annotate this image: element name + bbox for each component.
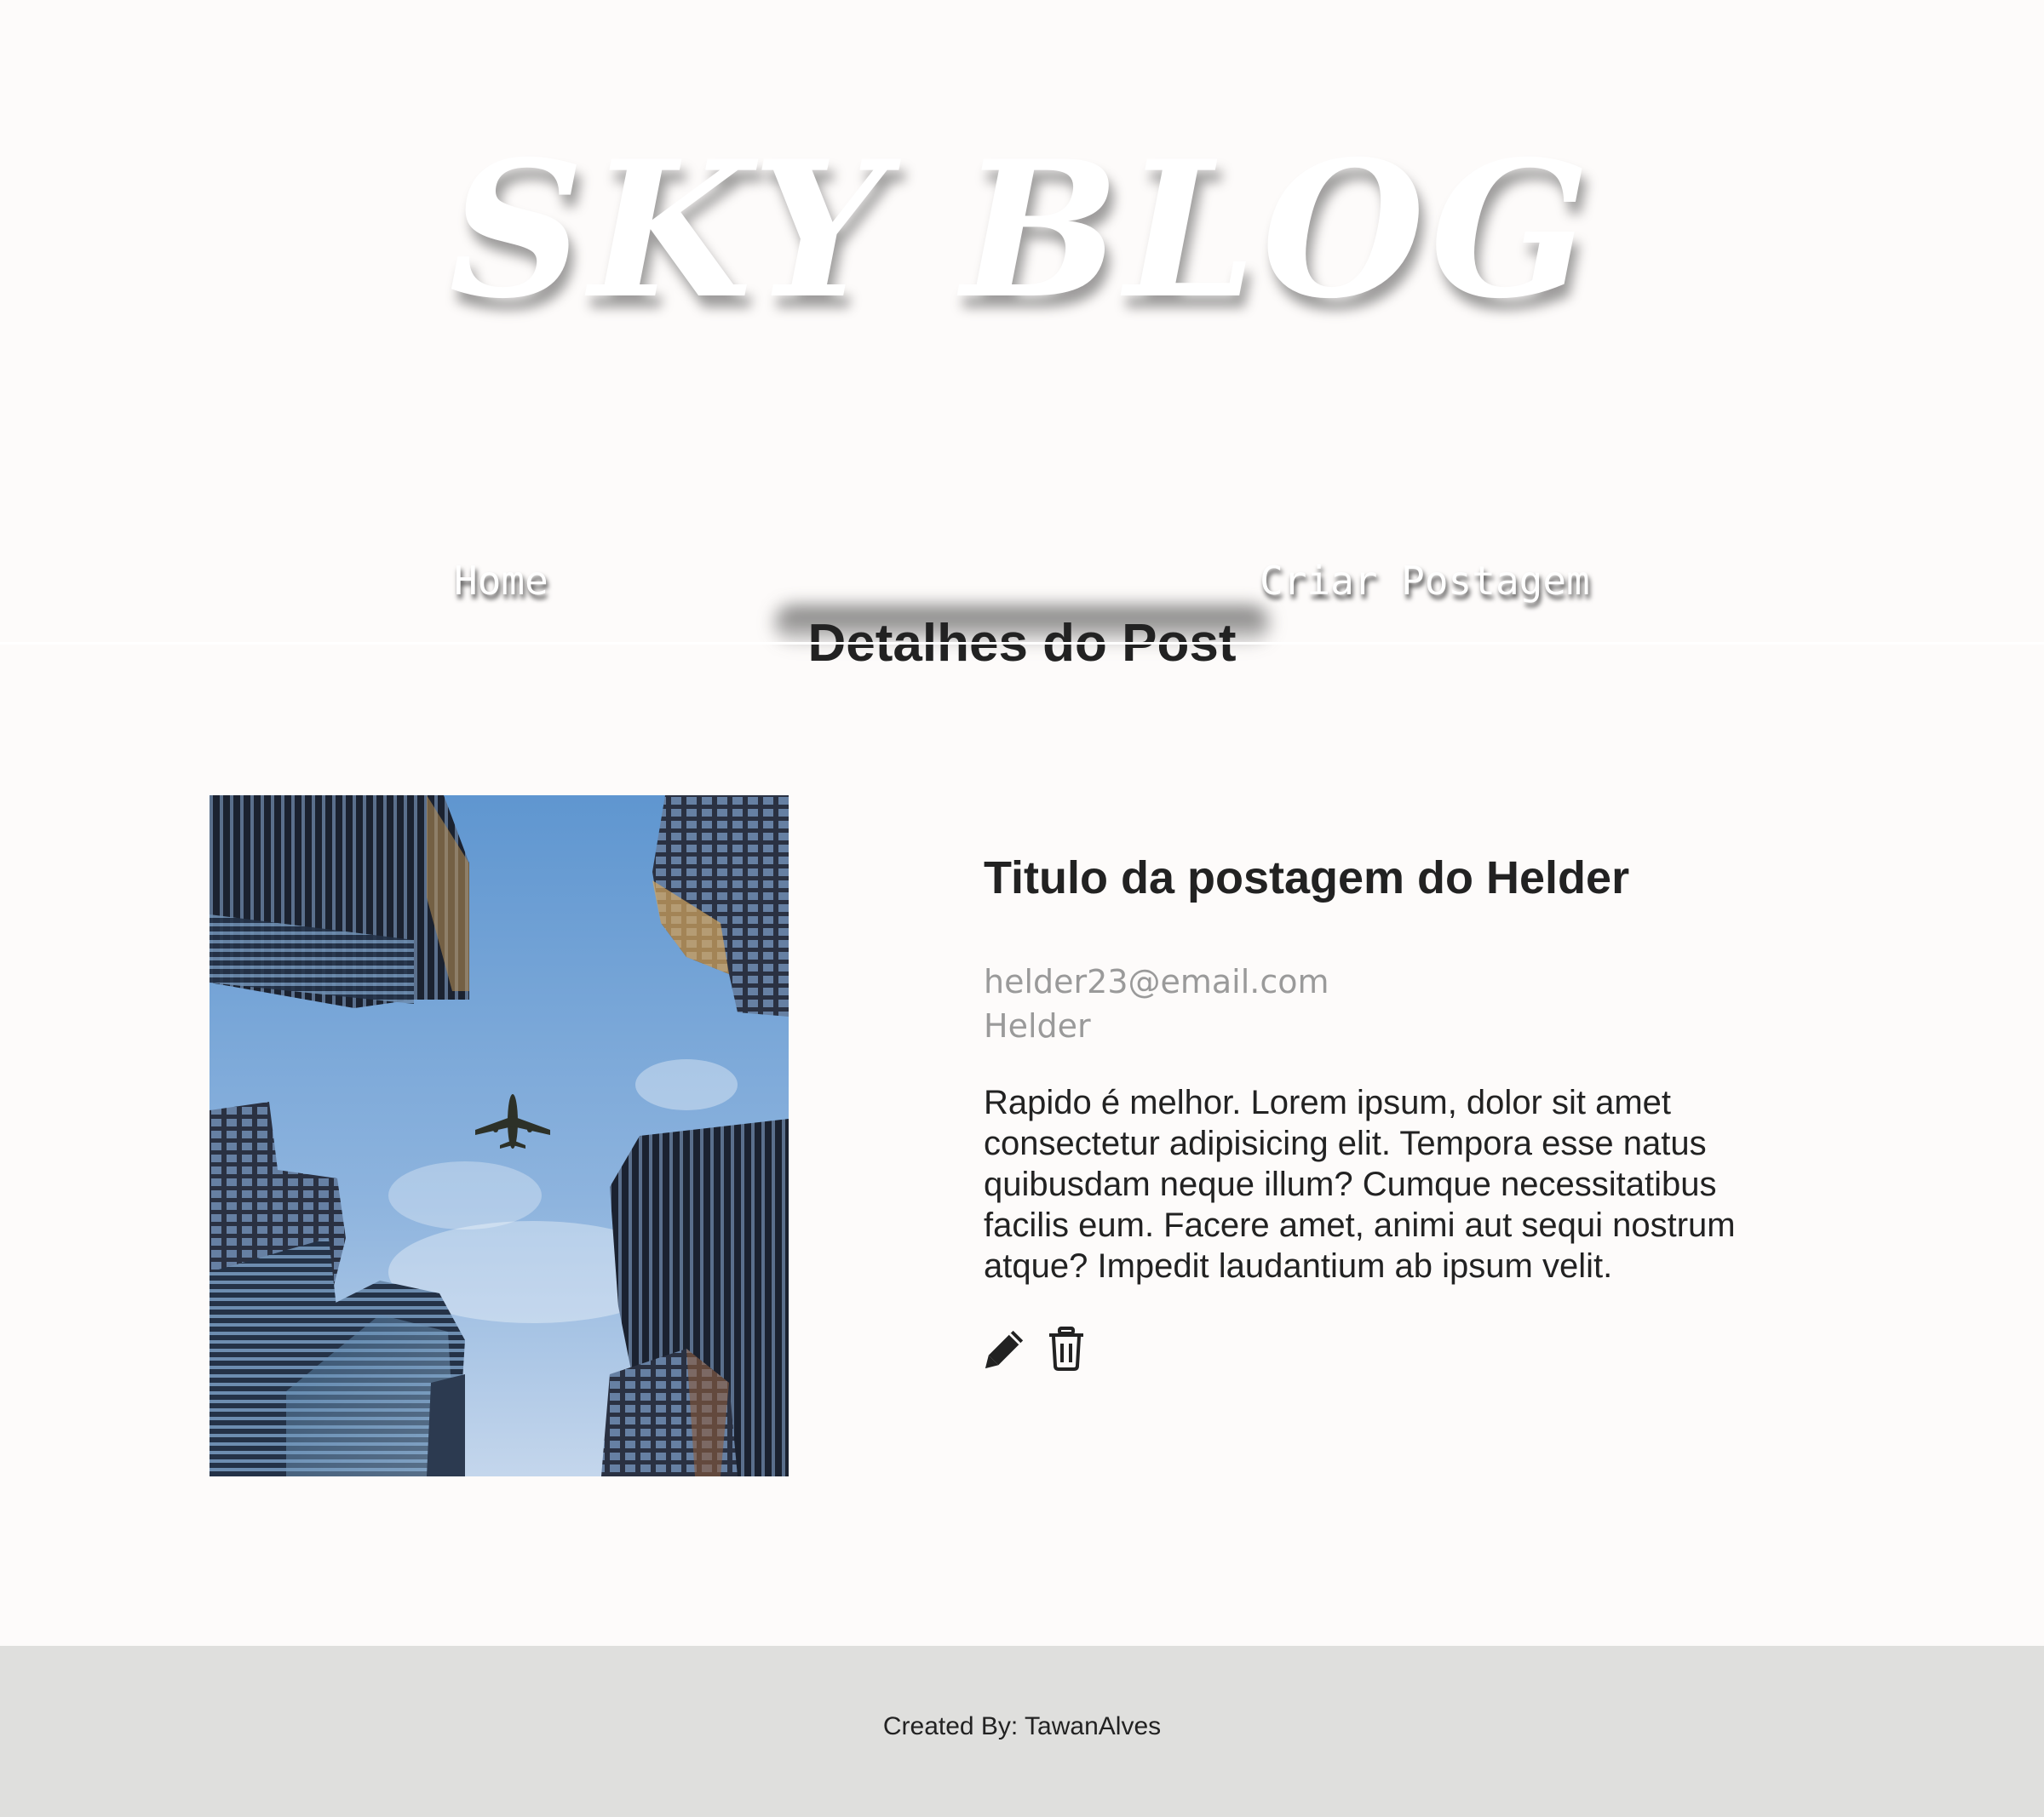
site-footer: Created By: TawanAlves (0, 1646, 2044, 1817)
post-author-name: Helder (984, 1007, 1091, 1045)
post-author-email: helder23@email.com (984, 963, 1329, 1000)
pencil-icon (985, 1330, 1024, 1369)
page-title: Detalhes do Post (807, 614, 1237, 668)
post-actions (984, 1326, 1793, 1372)
header-divider (0, 642, 2044, 645)
post-text: Rapido é melhor. Lorem ipsum, dolor sit … (984, 1084, 1736, 1285)
nav-create-post-link[interactable]: Criar Postagem (1260, 558, 1590, 604)
delete-post-button[interactable] (1045, 1326, 1088, 1372)
nav-home-link[interactable]: Home (454, 558, 548, 604)
main-nav: Home Criar Postagem (0, 558, 2044, 609)
trash-icon (1049, 1327, 1083, 1371)
post-image (210, 795, 789, 1476)
footer-credit: Created By: TawanAlves (882, 1712, 1162, 1740)
edit-post-button[interactable] (984, 1326, 1026, 1372)
post-content: Titulo da postagem do Helder helder23@em… (984, 847, 1793, 1372)
site-title: SKY BLOG (449, 119, 1595, 340)
post-title: Titulo da postagem do Helder (984, 852, 1630, 903)
